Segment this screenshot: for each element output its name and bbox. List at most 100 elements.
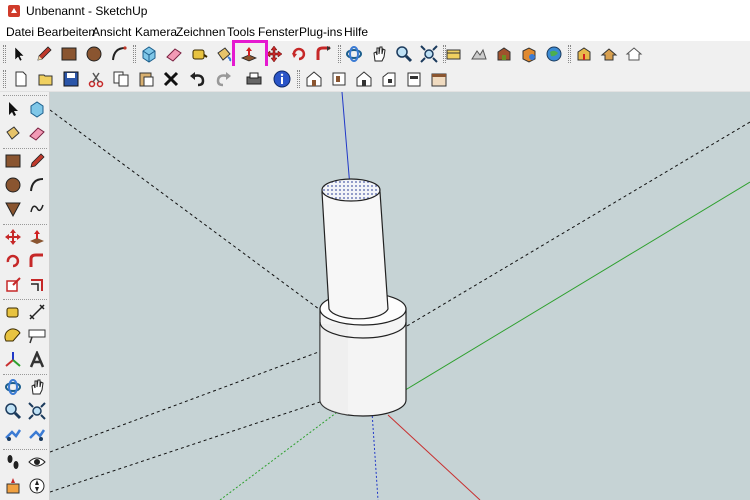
- menu-ansicht[interactable]: Ansicht: [92, 25, 131, 39]
- paste-icon[interactable]: [135, 68, 157, 90]
- redo-icon[interactable]: [212, 68, 234, 90]
- zoom-tool-icon[interactable]: [393, 43, 415, 65]
- rectangle-tool-icon[interactable]: [58, 43, 80, 65]
- left-view-icon[interactable]: [428, 68, 450, 90]
- photo-textures-tool-icon[interactable]: [493, 43, 515, 65]
- menu-bearbeiten[interactable]: Bearbeiten: [37, 25, 95, 39]
- house-outline-icon[interactable]: [623, 43, 645, 65]
- position-camera-tool-icon[interactable]: [26, 475, 48, 497]
- tape-measure-tool-icon[interactable]: [188, 43, 210, 65]
- drawing-viewport[interactable]: [50, 92, 750, 500]
- menu-zeichnen[interactable]: Zeichnen: [176, 25, 225, 39]
- circle-tool-icon[interactable]: [83, 43, 105, 65]
- front-view-icon[interactable]: [353, 68, 375, 90]
- window-title: Unbenannt - SketchUp: [26, 4, 148, 18]
- toolbar-grip[interactable]: [568, 45, 571, 63]
- freehand-tool-icon[interactable]: [26, 198, 48, 220]
- zoom-extents-tool-icon[interactable]: [2, 424, 24, 446]
- share-component-tool-icon[interactable]: [573, 43, 595, 65]
- add-location-tool-icon[interactable]: [443, 43, 465, 65]
- line-tool-icon[interactable]: [26, 150, 48, 172]
- scene-canvas: [50, 92, 750, 500]
- save-file-icon[interactable]: [60, 68, 82, 90]
- get-models-tool-icon[interactable]: [518, 43, 540, 65]
- blue-axis-dotted: [371, 411, 379, 500]
- share-model-warehouse-icon[interactable]: [598, 43, 620, 65]
- select-tool-icon[interactable]: [2, 98, 24, 120]
- dashed-axis-left-upper: [50, 109, 351, 333]
- toolbar-grip[interactable]: [297, 70, 300, 88]
- arc-tool-icon[interactable]: [26, 174, 48, 196]
- pan-tool-icon[interactable]: [26, 376, 48, 398]
- toolbar-grip[interactable]: [3, 70, 6, 88]
- toolbar-separator: [3, 95, 47, 96]
- dashed-axis-right-upper: [379, 121, 750, 343]
- orbit-tool-icon[interactable]: [343, 43, 365, 65]
- menu-datei[interactable]: Datei: [6, 25, 34, 39]
- text-tool-icon[interactable]: [26, 325, 48, 347]
- zoom-tool-icon[interactable]: [2, 400, 24, 422]
- pan-tool-icon[interactable]: [368, 43, 390, 65]
- eraser-tool-icon[interactable]: [163, 43, 185, 65]
- paint-bucket-tool-icon[interactable]: [2, 122, 24, 144]
- upper-cylinder[interactable]: [321, 178, 389, 320]
- make-component-tool-icon[interactable]: [26, 98, 48, 120]
- standard-toolbar: [0, 66, 750, 92]
- menu-tools[interactable]: Tools: [227, 25, 255, 39]
- orbit-tool-icon[interactable]: [2, 376, 24, 398]
- toggle-terrain-tool-icon[interactable]: [468, 43, 490, 65]
- move-tool-icon[interactable]: [2, 226, 24, 248]
- toolbar-separator: [3, 299, 47, 300]
- dashed-axis-red-lower: [50, 391, 351, 493]
- rotate-tool-icon[interactable]: [288, 43, 310, 65]
- zoom-window-tool-icon[interactable]: [26, 400, 48, 422]
- sketchup-app-icon: [8, 5, 20, 17]
- offset-tool-icon[interactable]: [26, 274, 48, 296]
- axes-tool-icon[interactable]: [2, 349, 24, 371]
- top-view-icon[interactable]: [328, 68, 350, 90]
- look-around-tool-icon[interactable]: [26, 451, 48, 473]
- copy-icon[interactable]: [110, 68, 132, 90]
- section-plane-tool-icon[interactable]: [2, 475, 24, 497]
- 3d-text-tool-icon[interactable]: [26, 349, 48, 371]
- circle-tool-icon[interactable]: [2, 174, 24, 196]
- rectangle-tool-icon[interactable]: [2, 150, 24, 172]
- toolbar-grip[interactable]: [338, 45, 341, 63]
- share-model-tool-icon[interactable]: [543, 43, 565, 65]
- open-file-icon[interactable]: [35, 68, 57, 90]
- toolbar-grip[interactable]: [3, 45, 6, 63]
- delete-icon[interactable]: [160, 68, 182, 90]
- scale-tool-icon[interactable]: [2, 274, 24, 296]
- right-view-icon[interactable]: [378, 68, 400, 90]
- protractor-tool-icon[interactable]: [2, 325, 24, 347]
- previous-view-tool-icon[interactable]: [26, 424, 48, 446]
- pencil-tool-icon[interactable]: [33, 43, 55, 65]
- menu-kamera[interactable]: Kamera: [135, 25, 177, 39]
- eraser-tool-icon[interactable]: [26, 122, 48, 144]
- title-bar: Unbenannt - SketchUp: [0, 0, 750, 22]
- undo-icon[interactable]: [187, 68, 209, 90]
- follow-me-tool-icon[interactable]: [26, 250, 48, 272]
- back-view-icon[interactable]: [403, 68, 425, 90]
- make-component-tool-icon[interactable]: [138, 43, 160, 65]
- toolbar-grip[interactable]: [133, 45, 136, 63]
- model-info-icon[interactable]: [271, 68, 293, 90]
- walk-tool-icon[interactable]: [2, 451, 24, 473]
- menu-hilfe[interactable]: Hilfe: [344, 25, 368, 39]
- arc-tool-icon[interactable]: [108, 43, 130, 65]
- rotate-tool-icon[interactable]: [2, 250, 24, 272]
- follow-me-tool-icon[interactable]: [313, 43, 335, 65]
- print-icon[interactable]: [243, 68, 265, 90]
- left-toolbar: [0, 92, 50, 500]
- select-tool-icon[interactable]: [8, 43, 30, 65]
- iso-view-icon[interactable]: [303, 68, 325, 90]
- dimension-tool-icon[interactable]: [26, 301, 48, 323]
- zoom-extents-tool-icon[interactable]: [418, 43, 440, 65]
- new-file-icon[interactable]: [10, 68, 32, 90]
- cut-icon[interactable]: [85, 68, 107, 90]
- menu-plugins[interactable]: Plug-ins: [299, 25, 342, 39]
- tape-measure-tool-icon[interactable]: [2, 301, 24, 323]
- push-pull-tool-icon[interactable]: [26, 226, 48, 248]
- polygon-tool-icon[interactable]: [2, 198, 24, 220]
- menu-fenster[interactable]: Fenster: [258, 25, 299, 39]
